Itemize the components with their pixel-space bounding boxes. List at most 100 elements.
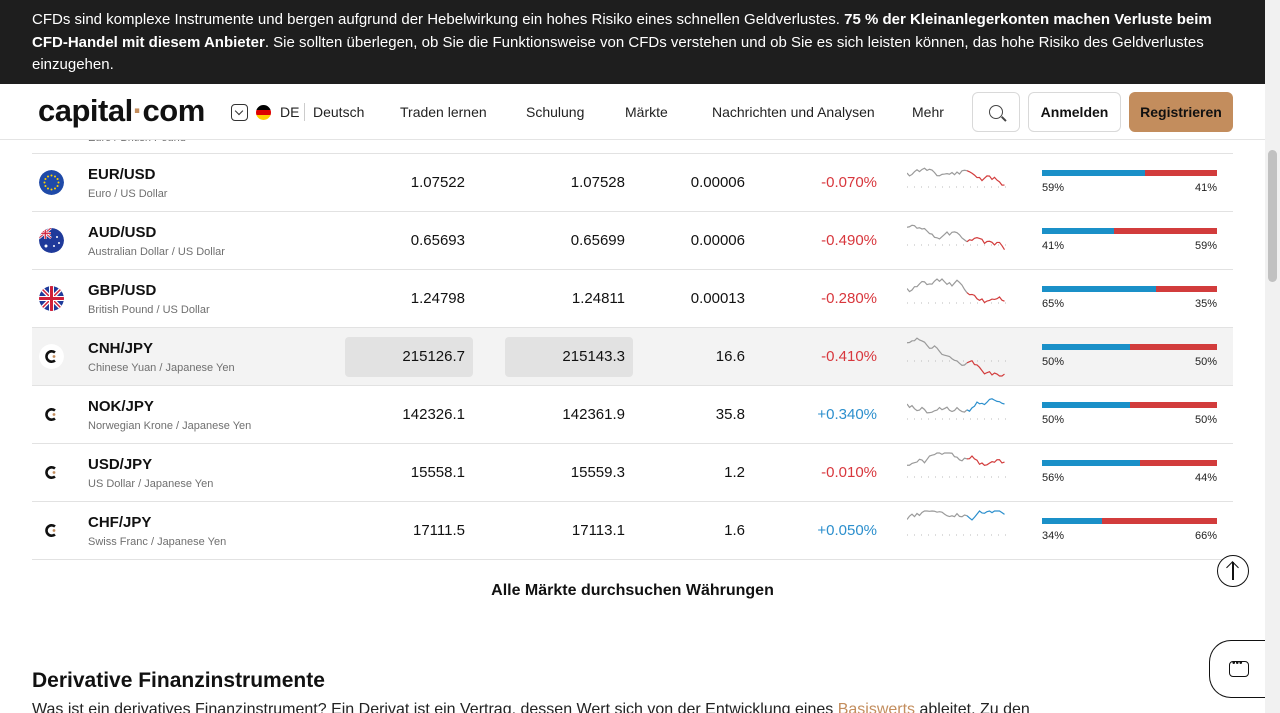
instrument-pair[interactable]: CNH/JPY — [88, 340, 153, 357]
spread-value: 1.2 — [724, 464, 745, 481]
sentiment-buy-percent: 65% — [1042, 298, 1065, 310]
sell-price[interactable]: 15558.1 — [345, 464, 465, 481]
nav-mehr[interactable]: Mehr — [912, 104, 944, 120]
sentiment-sell-fill — [1101, 518, 1217, 524]
sentiment-buy-percent: 41% — [1042, 240, 1065, 252]
capital-logo-icon — [39, 344, 64, 369]
sentiment-bar — [1042, 460, 1217, 466]
section-title: Derivative Finanzinstrumente — [32, 669, 325, 692]
scrollbar-thumb[interactable] — [1268, 150, 1277, 282]
buy-price[interactable]: 142361.9 — [505, 406, 625, 423]
sentiment-buy-percent: 50% — [1042, 414, 1065, 426]
sell-price[interactable]: 215126.7 — [345, 348, 465, 365]
sentiment-sell-percent: 50% — [1194, 414, 1217, 426]
search-button[interactable] — [972, 92, 1020, 132]
spread-value: 16.6 — [715, 348, 745, 365]
buy-price[interactable]: 1.07528 — [505, 174, 625, 191]
sparkline-chart — [907, 398, 1009, 420]
sentiment-bar — [1042, 286, 1217, 292]
instrument-description: Australian Dollar / US Dollar — [88, 246, 225, 258]
scroll-to-top-button[interactable] — [1217, 555, 1249, 587]
instrument-description: British Pound / US Dollar — [88, 304, 210, 316]
instrument-description: Chinese Yuan / Japanese Yen — [88, 362, 235, 374]
buy-price[interactable]: 215143.3 — [505, 348, 625, 365]
sentiment-bar — [1042, 402, 1217, 408]
table-row[interactable]: EUR/USD Euro / US Dollar 1.07522 1.07528 0.0… — [32, 154, 1233, 212]
instrument-pair[interactable]: USD/JPY — [88, 456, 152, 473]
nav-maerkte[interactable]: Märkte — [625, 104, 668, 120]
instrument-description: US Dollar / Japanese Yen — [88, 478, 214, 490]
language-code[interactable]: DE — [280, 104, 299, 120]
sentiment-sell-percent: 35% — [1194, 298, 1217, 310]
sentiment-sell-fill — [1140, 460, 1217, 466]
sentiment-sell-percent: 59% — [1194, 240, 1217, 252]
sparkline-chart — [907, 278, 1009, 304]
table-row[interactable]: USD/JPY US Dollar / Japanese Yen 15558.1 15… — [32, 444, 1233, 502]
buy-price[interactable]: 17113.1 — [505, 522, 625, 539]
table-row[interactable]: GBP/USD British Pound / US Dollar 1.24798 1… — [32, 270, 1233, 328]
sentiment-sell-fill — [1129, 344, 1217, 350]
browse-all-markets-link[interactable]: Alle Märkte durchsuchen Währungen — [0, 582, 1265, 600]
sell-price[interactable]: 142326.1 — [345, 406, 465, 423]
language-name[interactable]: Deutsch — [313, 104, 364, 120]
sell-price[interactable]: 0.65693 — [345, 232, 465, 249]
buy-price[interactable]: 1.24811 — [505, 290, 625, 307]
spread-value: 1.6 — [724, 522, 745, 539]
basiswerts-link[interactable]: Basiswerts — [838, 701, 915, 713]
sentiment-bar — [1042, 518, 1217, 524]
risk-warning-banner: CFDs sind komplexe Instrumente und berge… — [0, 0, 1265, 84]
capital-com-logo[interactable]: capital·com — [38, 93, 205, 129]
sentiment-sell-percent: 44% — [1194, 472, 1217, 484]
sentiment-buy-percent: 59% — [1042, 182, 1065, 194]
sentiment-bar — [1042, 344, 1217, 350]
sparkline-chart — [907, 167, 1009, 188]
instrument-pair[interactable]: GBP/USD — [88, 282, 156, 299]
change-percent: +0.340% — [817, 406, 877, 423]
sentiment-sell-fill — [1145, 170, 1217, 176]
sell-price[interactable]: 17111.5 — [345, 522, 465, 539]
change-percent: -0.070% — [821, 174, 877, 191]
chat-icon — [1229, 658, 1249, 677]
sell-price[interactable]: 1.07522 — [345, 174, 465, 191]
table-row[interactable]: CHF/JPY Swiss Franc / Japanese Yen 17111.5… — [32, 502, 1233, 560]
nav-nachrichten[interactable]: Nachrichten und Analysen — [712, 104, 875, 120]
nav-traden-lernen[interactable]: Traden lernen — [400, 104, 487, 120]
instrument-pair[interactable]: EUR/USD — [88, 166, 156, 183]
sentiment-sell-fill — [1113, 228, 1217, 234]
table-row[interactable]: NOK/JPY Norwegian Krone / Japanese Yen 142… — [32, 386, 1233, 444]
buy-price[interactable]: 0.65699 — [505, 232, 625, 249]
spread-value: 0.00013 — [690, 290, 745, 307]
spread-value: 35.8 — [715, 406, 745, 423]
site-header: capital·com DE Deutsch Traden lernen Sch… — [0, 84, 1265, 140]
risk-text: CFDs sind komplexe Instrumente und berge… — [32, 11, 845, 28]
page-scrollbar[interactable] — [1265, 0, 1280, 713]
sentiment-buy-percent: 34% — [1042, 530, 1065, 542]
table-row[interactable]: AUD/USD Australian Dollar / US Dollar 0.65… — [32, 212, 1233, 270]
sentiment-sell-fill — [1129, 402, 1217, 408]
change-percent: -0.280% — [821, 290, 877, 307]
spread-value: 0.00006 — [690, 174, 745, 191]
sparkline-chart — [907, 337, 1009, 377]
chevron-down-icon[interactable] — [231, 104, 248, 121]
instrument-pair[interactable]: CHF/JPY — [88, 514, 151, 531]
uk-flag-icon — [39, 286, 64, 311]
capital-logo-icon — [39, 518, 64, 543]
instrument-pair[interactable]: NOK/JPY — [88, 398, 154, 415]
sparkline-chart — [907, 224, 1009, 250]
register-button[interactable]: Registrieren — [1129, 92, 1233, 132]
sentiment-buy-fill — [1042, 170, 1146, 176]
chat-button[interactable] — [1209, 640, 1269, 698]
nav-schulung[interactable]: Schulung — [526, 104, 584, 120]
au-flag-icon — [39, 228, 64, 253]
table-row[interactable]: CNH/JPY Chinese Yuan / Japanese Yen 215126… — [32, 328, 1233, 386]
login-button[interactable]: Anmelden — [1028, 92, 1121, 132]
sentiment-sell-percent: 41% — [1194, 182, 1217, 194]
sell-price[interactable]: 1.24798 — [345, 290, 465, 307]
sparkline-chart — [907, 510, 1009, 536]
sentiment-sell-fill — [1155, 286, 1217, 292]
change-percent: -0.010% — [821, 464, 877, 481]
eu-flag-icon — [39, 170, 64, 195]
buy-price[interactable]: 15559.3 — [505, 464, 625, 481]
instrument-pair[interactable]: AUD/USD — [88, 224, 156, 241]
instrument-description: Norwegian Krone / Japanese Yen — [88, 420, 252, 432]
